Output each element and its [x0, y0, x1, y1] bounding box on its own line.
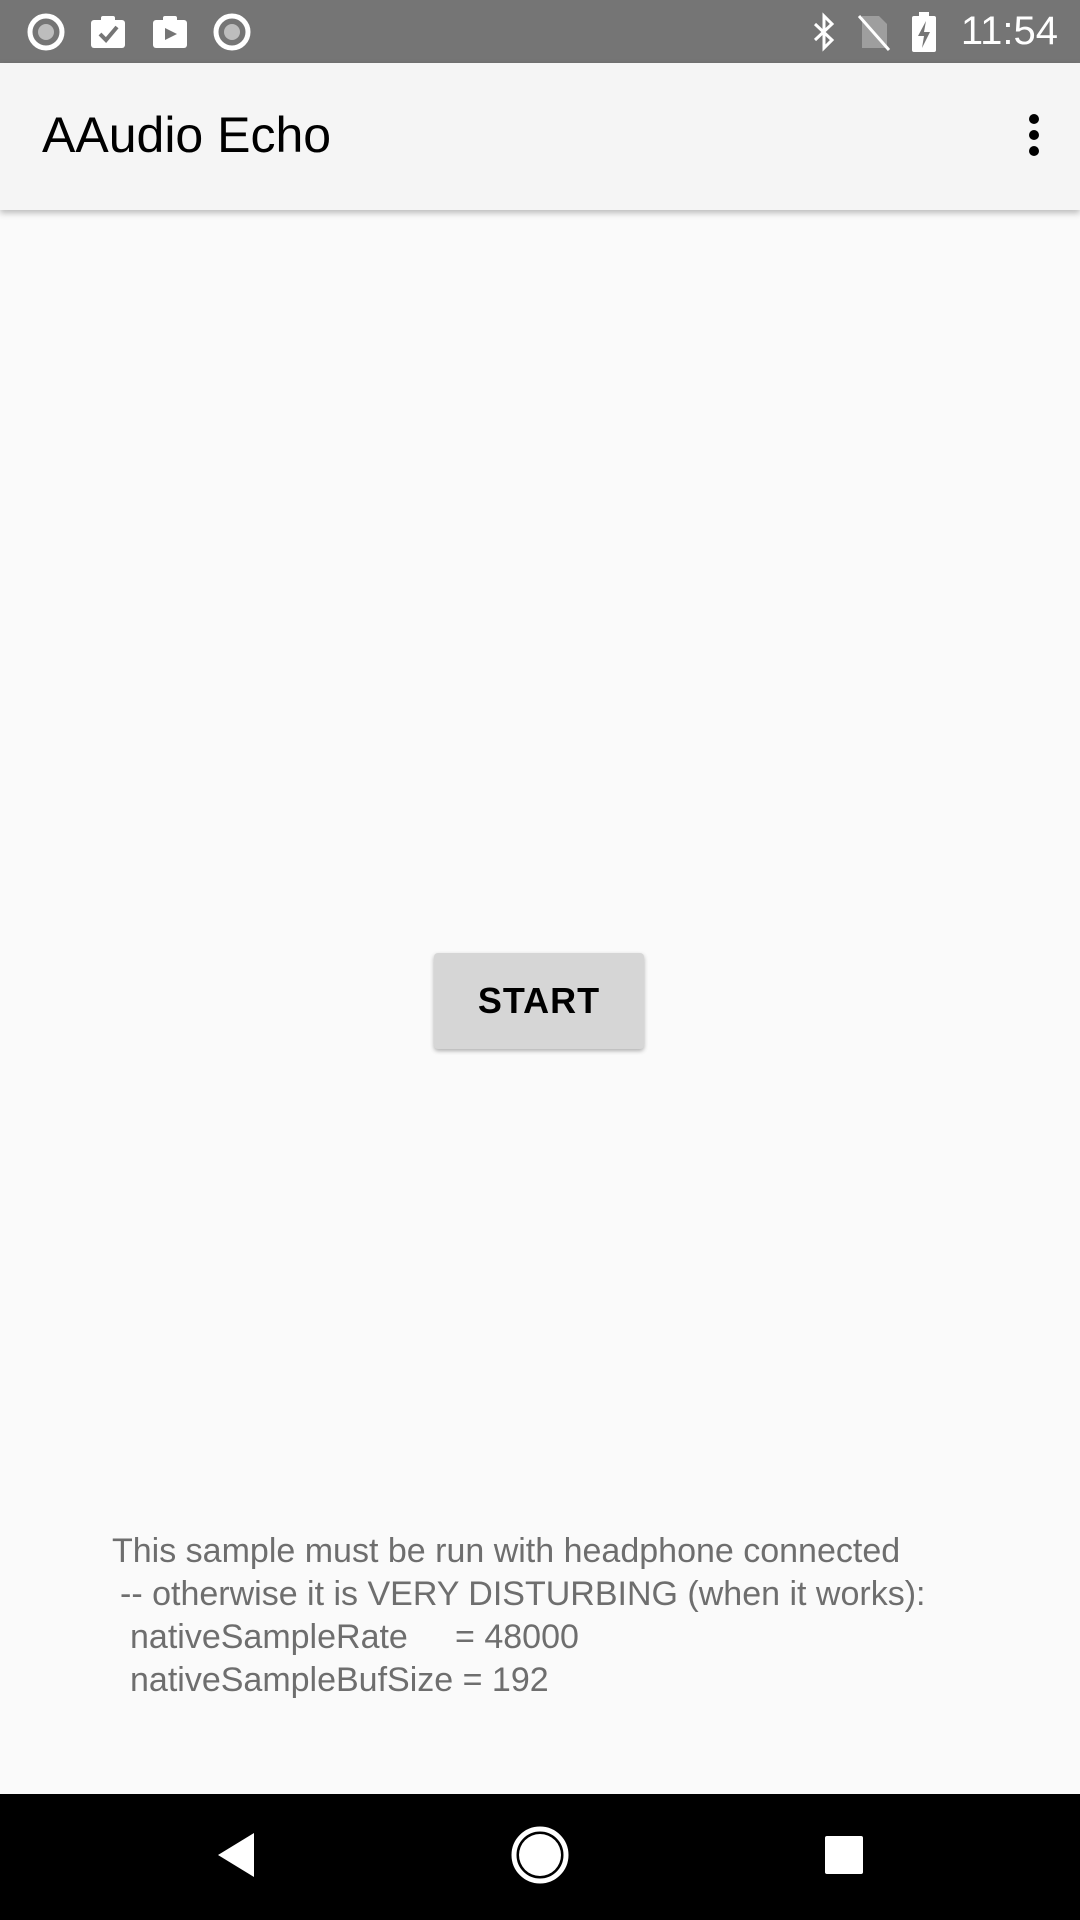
system-status-icons: 11:54	[791, 0, 1058, 63]
record-icon	[212, 12, 252, 52]
overflow-menu-button[interactable]	[988, 91, 1080, 183]
clipboard-play-icon	[150, 12, 190, 52]
bluetooth-icon	[807, 11, 841, 52]
recents-button[interactable]	[804, 1817, 884, 1897]
info-line: nativeSampleBufSize = 192	[130, 1661, 549, 1699]
app-bar: AAudio Echo	[0, 63, 1080, 210]
no-sim-icon	[857, 12, 891, 52]
notification-icons	[26, 12, 274, 52]
back-icon	[214, 1831, 258, 1884]
info-line: -- otherwise it is VERY DISTURBING (when…	[120, 1575, 926, 1613]
clock: 11:54	[960, 9, 1058, 53]
info-line: nativeSampleRate = 48000	[130, 1618, 579, 1656]
back-button[interactable]	[196, 1817, 276, 1897]
info-line: This sample must be run with headphone c…	[112, 1532, 901, 1570]
clipboard-check-icon	[88, 12, 128, 52]
home-icon	[509, 1824, 571, 1891]
home-button[interactable]	[500, 1817, 580, 1897]
recents-icon	[823, 1834, 865, 1881]
info-text: This sample must be run with headphone c…	[0, 1530, 1080, 1702]
record-icon	[26, 12, 66, 52]
navigation-bar	[0, 1794, 1080, 1920]
main-content: START This sample must be run with headp…	[0, 210, 1080, 1794]
more-vert-icon	[1026, 113, 1042, 162]
battery-charging-icon	[907, 11, 941, 52]
start-button[interactable]: START	[434, 953, 644, 1049]
status-bar: 11:54	[0, 0, 1080, 63]
app-title: AAudio Echo	[42, 107, 332, 163]
